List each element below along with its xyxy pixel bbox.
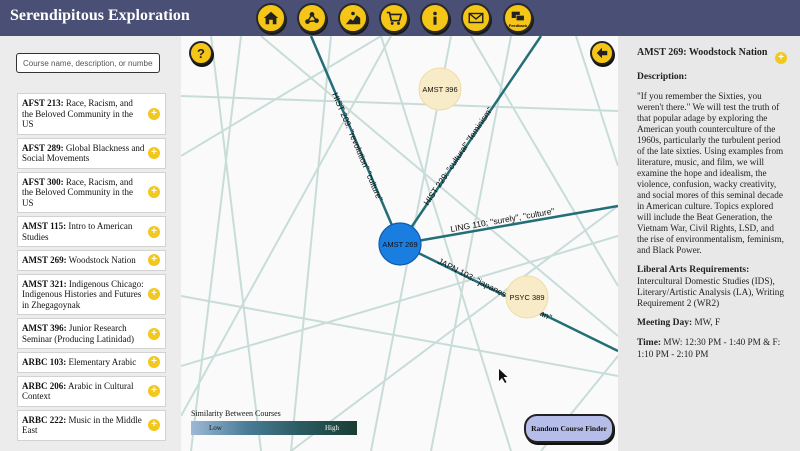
requirements-text: Intercultural Domestic Studies (IDS), Li… xyxy=(637,276,784,308)
add-course-icon[interactable]: + xyxy=(148,327,160,340)
course-detail-panel: AMST 269: Woodstock Nation + Description… xyxy=(618,36,800,451)
add-course-icon[interactable]: + xyxy=(148,356,160,369)
random-course-finder-button[interactable]: Random Course Finder xyxy=(524,414,614,443)
add-course-icon[interactable]: + xyxy=(148,225,160,238)
course-list: AFST 213: Race, Racism, and the Beloved … xyxy=(17,93,166,444)
mail-button[interactable] xyxy=(461,3,491,33)
description-heading: Description: xyxy=(637,72,688,82)
course-item[interactable]: AMST 396: Junior Research Seminar (Produ… xyxy=(17,318,166,349)
edge-label-hist-229: HIST 229: "cultural" "feminism" xyxy=(421,105,494,207)
add-course-icon[interactable]: + xyxy=(148,288,160,301)
meeting-text: MW, F xyxy=(692,317,721,327)
description-text: "If you remember the Sixties, you weren'… xyxy=(637,91,784,255)
time-heading: Time: xyxy=(637,338,662,348)
legend-gradient: Low High xyxy=(191,421,357,435)
course-code: AMST 321: xyxy=(22,278,67,289)
course-item[interactable]: AFST 213: Race, Racism, and the Beloved … xyxy=(17,93,166,135)
course-sidebar: AFST 213: Race, Racism, and the Beloved … xyxy=(0,36,181,451)
course-code: AFST 300: xyxy=(22,176,64,187)
help-button[interactable]: ? xyxy=(189,41,213,65)
detail-body: Description: "If you remember the Sixtie… xyxy=(637,71,787,368)
info-button[interactable] xyxy=(420,3,450,33)
course-item[interactable]: ARBC 222: Music in the Middle East + xyxy=(17,409,166,441)
arrow-left-icon xyxy=(596,47,608,59)
cart-icon xyxy=(386,11,403,25)
add-course-icon[interactable]: + xyxy=(148,107,160,120)
legend-high-label: High xyxy=(325,424,339,432)
course-item[interactable]: ARBC 206: Arabic in Cultural Context + xyxy=(17,375,166,407)
requirements-heading: Liberal Arts Requirements: xyxy=(637,265,750,275)
course-code: AFST 289: xyxy=(22,142,64,153)
meeting-heading: Meeting Day: xyxy=(637,318,693,328)
course-code: AMST 269: xyxy=(22,255,67,265)
network-icon xyxy=(305,12,319,24)
detail-title: AMST 269: Woodstock Nation xyxy=(637,47,768,58)
course-code: AFST 213: xyxy=(22,98,64,108)
mouse-cursor-icon xyxy=(499,369,508,383)
course-code: ARBC 222: xyxy=(22,414,67,425)
legend-low-label: Low xyxy=(209,424,222,432)
course-name: Elementary Arabic xyxy=(66,357,137,367)
add-course-icon[interactable]: + xyxy=(148,385,160,397)
explore-icon xyxy=(345,11,361,25)
search-input[interactable] xyxy=(16,53,160,73)
course-item[interactable]: AFST 300: Race, Racism, and the Beloved … xyxy=(17,171,166,213)
add-course-icon[interactable]: + xyxy=(775,52,787,64)
network-button[interactable] xyxy=(297,3,327,33)
course-item[interactable]: AMST 269: Woodstock Nation + xyxy=(17,250,166,271)
cart-button[interactable] xyxy=(379,3,409,33)
course-code: ARBC 206: xyxy=(22,380,67,391)
legend-title: Similarity Between Courses xyxy=(191,409,281,418)
course-code: ARBC 103: xyxy=(22,357,67,367)
network-graph[interactable]: HIST 209: "revolution" "culture" HIST 22… xyxy=(181,36,618,451)
add-course-icon[interactable]: + xyxy=(148,254,160,267)
top-bar: Serendipitous Exploration Feedback xyxy=(0,0,800,36)
course-item[interactable]: ARBC 103: Elementary Arabic + xyxy=(17,352,166,373)
explore-button[interactable] xyxy=(338,3,368,33)
course-code: AMST 396: xyxy=(22,323,67,333)
course-item[interactable]: AMST 321: Indigenous Chicago: Indigenous… xyxy=(17,273,166,315)
center-node-label: AMST 269 xyxy=(382,240,417,249)
feedback-button[interactable]: Feedback xyxy=(503,3,533,33)
mail-icon xyxy=(468,12,484,24)
course-graph[interactable]: HIST 209: "revolution" "culture" HIST 22… xyxy=(181,36,618,451)
course-item[interactable]: AFST 289: Global Blackness and Social Mo… xyxy=(17,137,166,169)
node-label-psyc-389: PSYC 389 xyxy=(509,293,544,302)
app-title: Serendipitous Exploration xyxy=(10,7,190,24)
back-button[interactable] xyxy=(590,41,614,65)
add-course-icon[interactable]: + xyxy=(148,419,160,431)
home-button[interactable] xyxy=(256,3,286,33)
similarity-legend: Similarity Between Courses Low High xyxy=(191,409,361,435)
node-label-amst-396: AMST 396 xyxy=(422,85,457,94)
feedback-label: Feedback xyxy=(508,23,528,28)
course-item[interactable]: AMST 115: Intro to American Studies + xyxy=(17,216,166,247)
course-name: Woodstock Nation xyxy=(66,255,136,265)
home-icon xyxy=(263,11,279,25)
course-code: AMST 115: xyxy=(22,221,67,231)
add-course-icon[interactable]: + xyxy=(148,147,160,159)
info-icon xyxy=(433,11,437,25)
edge-label-hist-209: HIST 209: "revolution" "culture" xyxy=(330,91,385,203)
question-icon: ? xyxy=(197,45,205,61)
add-course-icon[interactable]: + xyxy=(148,186,160,199)
